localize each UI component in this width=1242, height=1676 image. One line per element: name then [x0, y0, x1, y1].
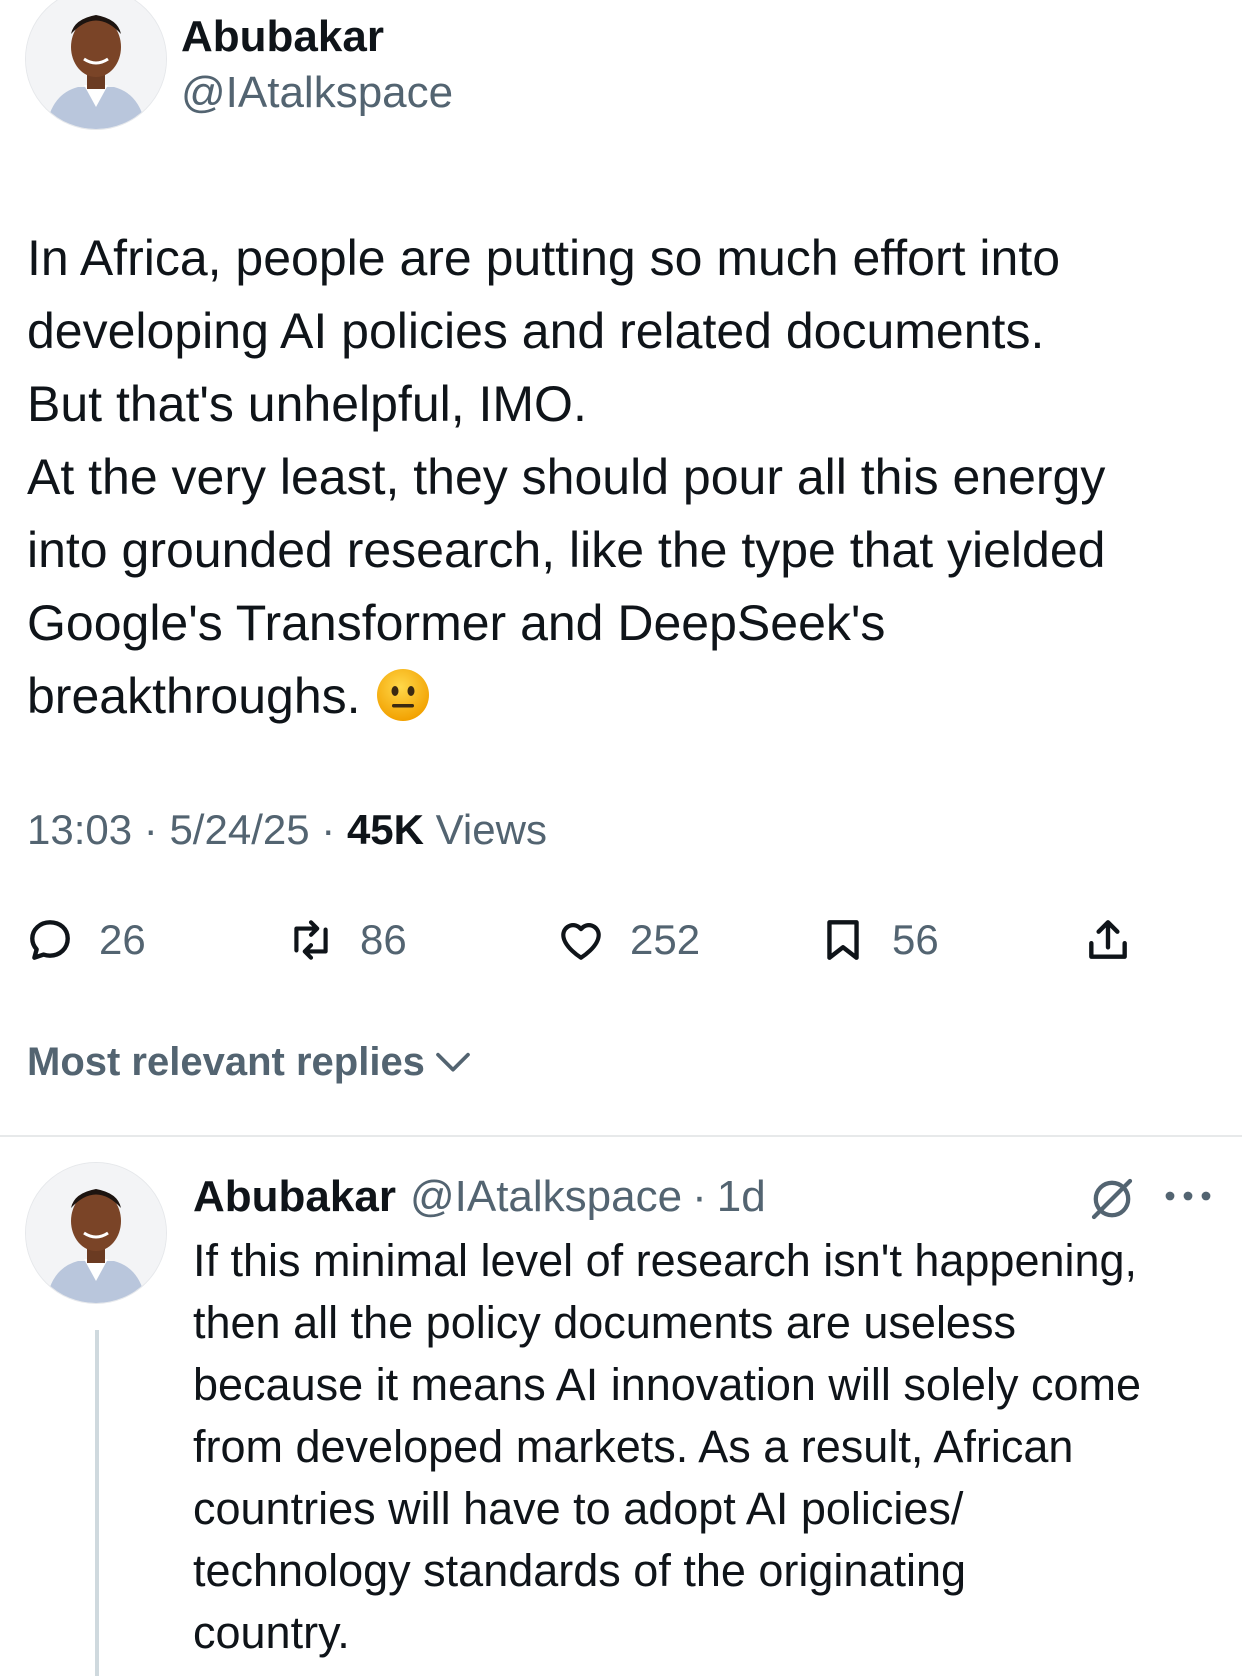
tweet-date[interactable]: 5/24/25	[169, 806, 309, 853]
repost-button[interactable]: 86	[286, 910, 407, 970]
sort-label: Most relevant replies	[27, 1040, 425, 1084]
divider	[0, 1135, 1242, 1137]
tweet-line: developing AI policies and related docum…	[27, 303, 1045, 359]
more-options-icon[interactable]	[1160, 1176, 1216, 1216]
tweet-time[interactable]: 13:03	[27, 806, 132, 853]
tweet-line: Google's Transformer and DeepSeek's	[27, 595, 886, 651]
thread-line	[95, 1330, 99, 1676]
reply-text: If this minimal level of research isn't …	[193, 1230, 1233, 1664]
bookmark-count: 56	[892, 916, 939, 963]
share-icon	[1089, 920, 1127, 959]
like-count: 252	[630, 916, 701, 963]
repost-icon	[294, 920, 328, 960]
views-count[interactable]: 45K	[347, 806, 424, 853]
sort-replies-dropdown[interactable]: Most relevant replies	[27, 1040, 473, 1085]
tweet-line: But that's unhelpful, IMO.	[27, 376, 587, 432]
tweet-text: In Africa, people are putting so much ef…	[27, 222, 1222, 733]
reply-line: If this minimal level of research isn't …	[193, 1235, 1138, 1286]
like-button[interactable]: 252	[556, 910, 700, 970]
reply-icon	[30, 920, 70, 960]
reply-author-name[interactable]: Abubakar	[193, 1172, 396, 1222]
separator: ·	[143, 806, 158, 853]
tweet-line: In Africa, people are putting so much ef…	[27, 230, 1061, 286]
heart-icon	[561, 923, 601, 960]
share-button[interactable]	[1083, 910, 1133, 970]
tweet-line-last: breakthroughs.	[27, 660, 1222, 733]
separator: ·	[321, 806, 336, 853]
reply-author-avatar[interactable]	[25, 1162, 167, 1304]
tweet-meta: 13:03 · 5/24/25 · 45K Views	[27, 806, 547, 854]
reply-header: Abubakar @IAtalkspace · 1d	[193, 1172, 766, 1222]
tweet-line: breakthroughs.	[27, 668, 361, 724]
bookmark-button[interactable]: 56	[818, 910, 939, 970]
separator: ·	[692, 1172, 707, 1221]
action-bar: 26 86 252 56	[0, 910, 1242, 970]
reply-button[interactable]: 26	[25, 910, 146, 970]
reply-line: technology standards of the originating	[193, 1545, 967, 1596]
author-name[interactable]: Abubakar	[181, 12, 384, 62]
profile-photo-icon	[26, 0, 166, 129]
tweet-line: into grounded research, like the type th…	[27, 522, 1106, 578]
grok-icon[interactable]	[1085, 1172, 1139, 1226]
reply-author-handle[interactable]: @IAtalkspace	[410, 1172, 682, 1222]
author-handle[interactable]: @IAtalkspace	[181, 68, 453, 118]
bookmark-icon	[827, 920, 859, 960]
neutral-face-icon	[376, 669, 429, 721]
reply-count: 26	[99, 916, 146, 963]
views-label[interactable]: Views	[436, 806, 547, 853]
reply-line: because it means AI innovation will sole…	[193, 1359, 1141, 1410]
reply-line: from developed markets. As a result, Afr…	[193, 1421, 1074, 1472]
author-avatar[interactable]	[25, 0, 167, 130]
reply-line: then all the policy documents are useles…	[193, 1297, 1016, 1348]
reply-time[interactable]: 1d	[717, 1172, 766, 1222]
tweet-line: At the very least, they should pour all …	[27, 449, 1106, 505]
repost-count: 86	[360, 916, 407, 963]
chevron-down-icon	[436, 1052, 470, 1071]
profile-photo-icon	[26, 1163, 166, 1303]
reply-line: countries will have to adopt AI policies…	[193, 1483, 964, 1534]
reply-line: country.	[193, 1607, 350, 1658]
